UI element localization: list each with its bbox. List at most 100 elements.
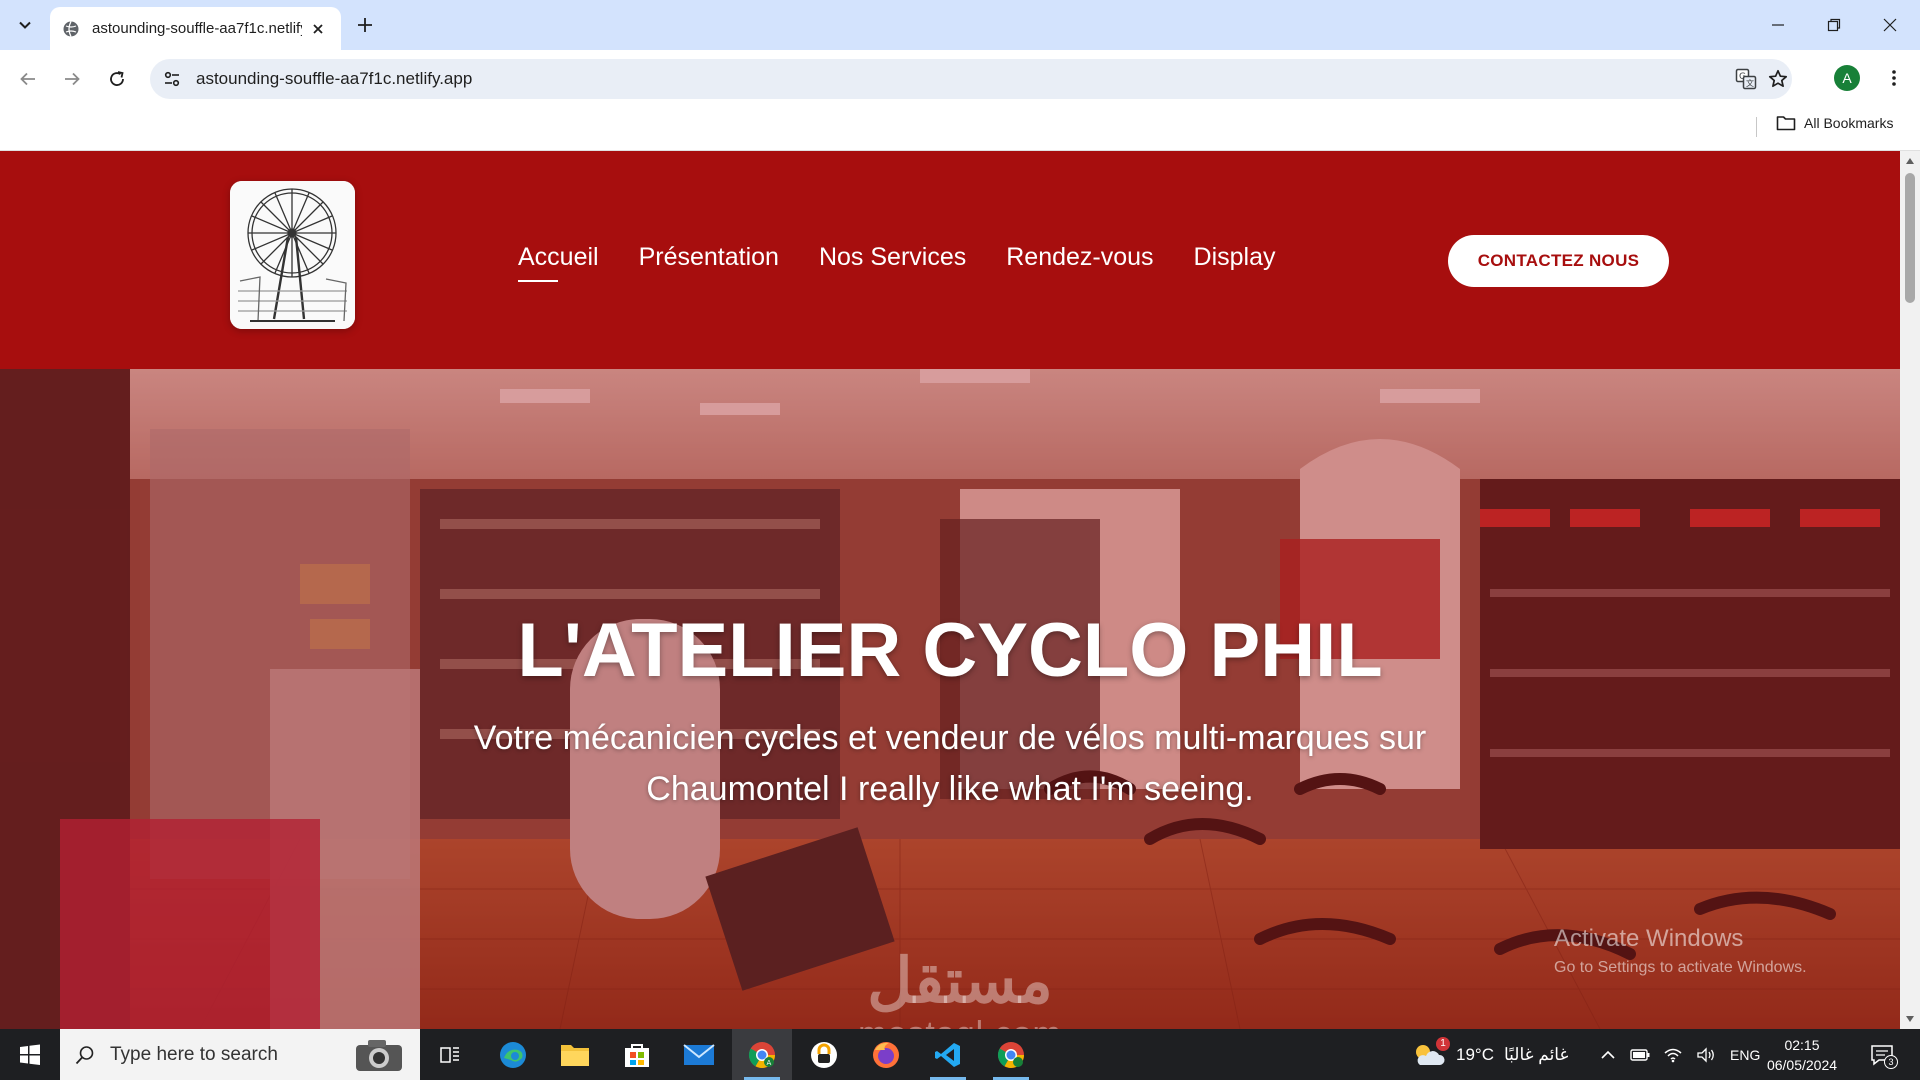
taskbar-firefox[interactable] <box>856 1029 916 1080</box>
restore-icon <box>1827 18 1841 32</box>
search-placeholder: Type here to search <box>110 1043 278 1065</box>
chevron-up-icon[interactable] <box>1600 1047 1616 1063</box>
all-bookmarks-button[interactable]: All Bookmarks <box>1776 115 1893 131</box>
clock-time: 02:15 <box>1784 1037 1820 1053</box>
language-indicator[interactable]: ENG <box>1730 1047 1760 1063</box>
star-icon <box>1768 69 1788 88</box>
url-text[interactable]: astounding-souffle-aa7f1c.netlify.app <box>196 69 472 89</box>
more-vertical-icon <box>1892 70 1896 86</box>
scroll-up-arrow[interactable] <box>1904 155 1916 167</box>
reload-icon <box>110 71 124 86</box>
folder-icon <box>1776 116 1796 131</box>
reload-button[interactable] <box>102 64 132 94</box>
browser-tab-strip: astounding-souffle-aa7f1c.netlify.app <box>0 0 1920 50</box>
site-logo[interactable] <box>230 181 355 329</box>
start-button[interactable] <box>0 1029 60 1080</box>
plus-icon <box>358 18 372 32</box>
arrow-left-icon <box>20 72 35 86</box>
web-page: Accueil Présentation Nos Services Rendez… <box>0 151 1900 1029</box>
contact-us-button[interactable]: CONTACTEZ NOUS <box>1448 235 1669 287</box>
task-view-button[interactable] <box>420 1029 480 1080</box>
hero-section: L'ATELIER CYCLO PHIL Votre mécanicien cy… <box>0 369 1900 1029</box>
bicycle-wheel-logo <box>230 181 355 329</box>
chrome-icon <box>997 1041 1025 1068</box>
main-nav: Accueil Présentation Nos Services Rendez… <box>518 243 1276 282</box>
active-tab[interactable]: astounding-souffle-aa7f1c.netlify.app <box>50 7 341 50</box>
vscode-icon <box>935 1042 960 1067</box>
notification-center-button[interactable]: 3 <box>1866 1039 1898 1071</box>
weather-icon-wrap: 1 <box>1412 1036 1450 1069</box>
minimize-icon <box>1772 24 1784 26</box>
triangle-down-icon <box>1906 1016 1914 1022</box>
clock-date: 06/05/2024 <box>1766 1057 1838 1073</box>
task-view-icon <box>440 1046 459 1063</box>
taskbar-clock[interactable]: 02:15 06/05/2024 <box>1762 1035 1842 1075</box>
scroll-down-arrow[interactable] <box>1904 1013 1916 1025</box>
profile-avatar[interactable]: A <box>1834 65 1860 91</box>
bookmarks-bar: All Bookmarks <box>0 107 1920 151</box>
tab-search-button[interactable] <box>10 10 40 40</box>
site-info-button[interactable] <box>158 65 186 93</box>
search-icon <box>75 1045 94 1064</box>
tab-close-button[interactable] <box>307 18 329 40</box>
restore-button[interactable] <box>1806 0 1862 50</box>
weather-description: غائم غالبًا <box>1503 1044 1569 1064</box>
taskbar-chrome-active[interactable]: A <box>732 1029 792 1080</box>
browser-menu-button[interactable] <box>1880 64 1908 92</box>
close-icon <box>1883 18 1897 32</box>
close-icon <box>313 23 323 34</box>
nav-rendez-vous[interactable]: Rendez-vous <box>1006 243 1153 282</box>
translate-icon: G文 <box>1735 68 1757 90</box>
scroll-thumb[interactable] <box>1905 173 1915 303</box>
translate-button[interactable]: G文 <box>1732 65 1760 93</box>
site-header: Accueil Présentation Nos Services Rendez… <box>0 151 1900 369</box>
svg-text:文: 文 <box>1746 78 1754 88</box>
speaker-icon[interactable] <box>1696 1046 1716 1063</box>
taskbar-vpn-app[interactable] <box>794 1029 854 1080</box>
svg-text:A: A <box>767 1059 772 1067</box>
hero-subtitle: Votre mécanicien cycles et vendeur de vé… <box>473 719 1427 808</box>
watermark-arabic: مستقل <box>867 947 1053 1016</box>
triangle-up-icon <box>1906 158 1914 164</box>
hero-title: L'ATELIER CYCLO PHIL <box>517 608 1383 693</box>
nav-accueil[interactable]: Accueil <box>518 243 599 282</box>
watermark-latin: mostaql.com <box>840 1015 1080 1029</box>
bookmark-star-button[interactable] <box>1764 65 1792 93</box>
page-scrollbar[interactable] <box>1900 151 1920 1029</box>
bookmarks-divider <box>1756 117 1757 137</box>
wifi-icon[interactable] <box>1664 1047 1682 1063</box>
taskbar-vscode[interactable] <box>918 1029 978 1080</box>
windows-taskbar: Type here to search A 1 19°C غائم غالبًا <box>0 1029 1920 1080</box>
nav-nos-services[interactable]: Nos Services <box>819 243 966 282</box>
browser-toolbar: astounding-souffle-aa7f1c.netlify.app G文… <box>0 50 1920 107</box>
new-tab-button[interactable] <box>352 12 378 38</box>
weather-widget[interactable]: 1 19°C غائم غالبًا <box>1412 1029 1568 1080</box>
mail-icon <box>683 1043 715 1065</box>
nav-presentation[interactable]: Présentation <box>639 243 779 282</box>
window-close-button[interactable] <box>1862 0 1918 50</box>
weather-temperature: 19°C <box>1456 1044 1494 1064</box>
taskbar-store[interactable] <box>607 1029 667 1080</box>
forward-button[interactable] <box>57 64 87 94</box>
taskbar-chrome-second[interactable] <box>981 1029 1041 1080</box>
taskbar-edge[interactable] <box>483 1029 543 1080</box>
folder-icon <box>561 1044 589 1066</box>
mostaql-watermark: مستقل mostaql.com <box>840 947 1080 1030</box>
windows-logo-icon <box>20 1044 40 1065</box>
chevron-down-icon <box>19 21 31 29</box>
weather-badge: 1 <box>1436 1036 1450 1051</box>
back-button[interactable] <box>13 64 43 94</box>
taskbar-mail[interactable] <box>669 1029 729 1080</box>
minimize-button[interactable] <box>1750 0 1806 50</box>
edge-icon <box>500 1041 526 1068</box>
taskbar-file-explorer[interactable] <box>545 1029 605 1080</box>
system-tray: ENG <box>1600 1029 1760 1080</box>
activate-subtitle: Go to Settings to activate Windows. <box>1554 959 1807 976</box>
all-bookmarks-label: All Bookmarks <box>1804 115 1894 131</box>
nav-display[interactable]: Display <box>1194 243 1276 282</box>
chrome-icon: A <box>748 1041 776 1068</box>
address-bar[interactable]: astounding-souffle-aa7f1c.netlify.app G文 <box>150 59 1792 99</box>
battery-icon[interactable] <box>1630 1047 1650 1063</box>
globe-icon <box>63 20 79 37</box>
taskbar-search[interactable]: Type here to search <box>60 1029 420 1080</box>
